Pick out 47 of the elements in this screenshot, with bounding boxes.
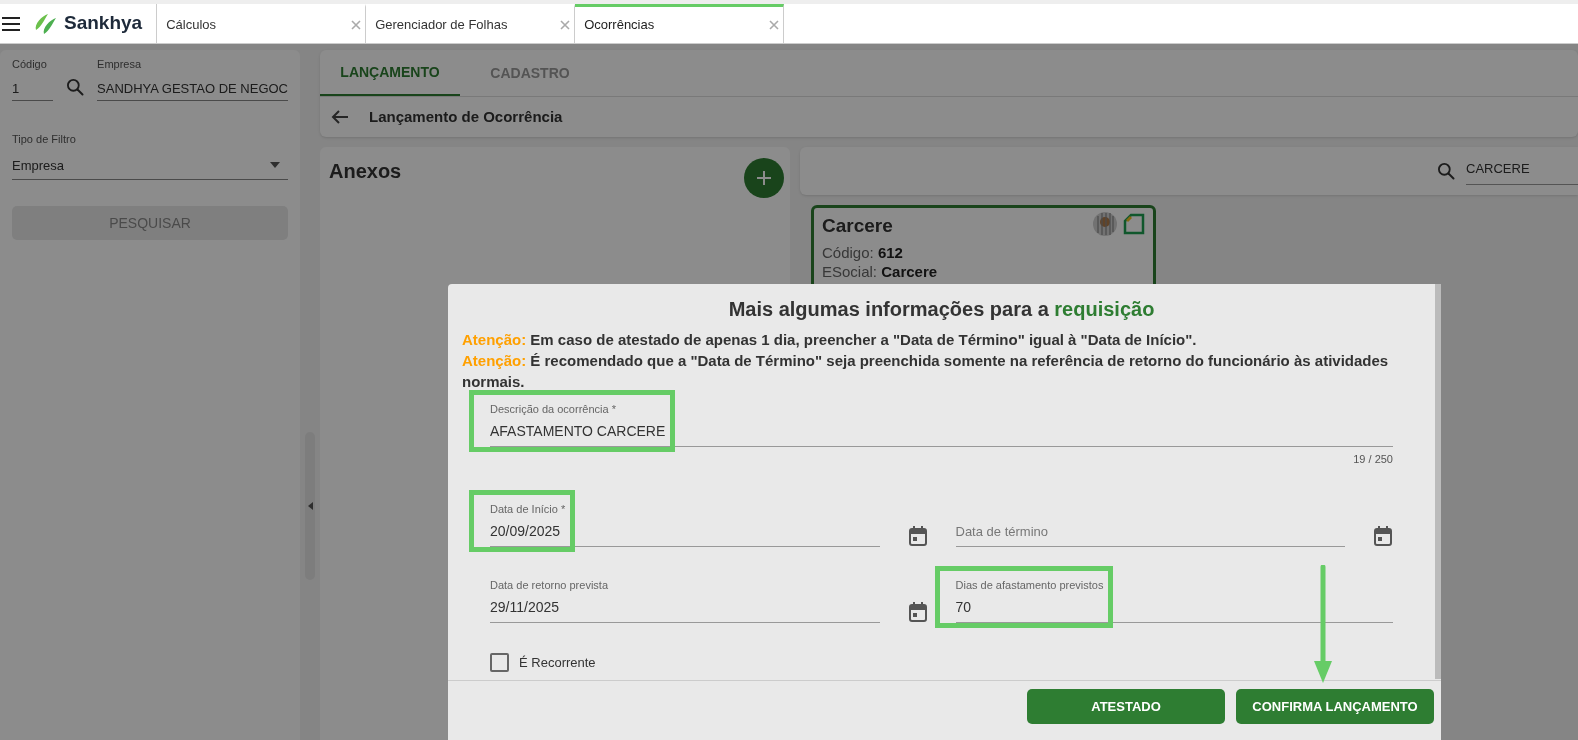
input-field[interactable]: SANDHYA GESTAO DE NEGOC: [97, 78, 288, 98]
input-field[interactable]: 20/09/2025: [490, 520, 566, 542]
input-field[interactable]: 29/11/2025: [490, 596, 608, 618]
section-tab[interactable]: LANÇAMENTO: [320, 50, 460, 96]
field-label: Dias de afastamento previstos: [955, 577, 1104, 592]
field-label: Empresa: [97, 57, 143, 72]
field-label: Código: [12, 57, 48, 72]
collapse-arrow-icon: [307, 502, 313, 510]
calendar-icon[interactable]: [907, 524, 928, 547]
card-title: Carcere: [822, 214, 893, 238]
scrollbar[interactable]: [1435, 284, 1441, 679]
search-icon[interactable]: [65, 77, 86, 97]
dialog-button[interactable]: CONFIRMA LANÇAMENTO: [1236, 689, 1434, 724]
field-label: Descrição da ocorrência *: [490, 402, 617, 416]
character-counter: 19 / 250: [1352, 452, 1393, 467]
notice-text: Atenção: É recomendado que a "Data de Término" seja preenchida somente na referência de retorno do funcionário às atividades normais.: [462, 351, 1390, 392]
card-detail: ESocial: Carcere: [822, 261, 939, 281]
app-tab[interactable]: Cálculos: [157, 4, 367, 43]
card-detail: Código: 612: [822, 242, 904, 262]
input-field[interactable]: AFASTAMENTO CARCERE: [490, 421, 666, 442]
notice-text: Atenção: Em caso de atestado de apenas 1 dia, preencher a "Data de Término" igual à "Data de Início".: [462, 330, 1198, 350]
brand-name: Sankhya: [64, 11, 143, 36]
app-tab[interactable]: Gerenciador de Folhas: [366, 4, 576, 43]
checkbox-label: É Recorrente: [519, 653, 596, 672]
search-icon[interactable]: [1436, 161, 1456, 181]
dialog-button[interactable]: ATESTADO: [1027, 689, 1225, 724]
search-field[interactable]: CARCERE: [1466, 156, 1578, 186]
menu-icon[interactable]: [2, 15, 22, 32]
attachments-title: Anexos: [329, 159, 402, 184]
app-tab[interactable]: Ocorrências: [575, 4, 785, 43]
input-field[interactable]: 70: [955, 596, 1104, 618]
document-icon: [1123, 213, 1145, 235]
checkbox[interactable]: [490, 652, 509, 672]
back-arrow-icon[interactable]: [330, 109, 350, 125]
field-label: Data de retorno prevista: [490, 577, 608, 592]
jail-avatar-icon: [1093, 212, 1117, 236]
splitter-handle[interactable]: [305, 432, 315, 580]
input-field[interactable]: Data de término: [955, 521, 1048, 541]
filter-type-select[interactable]: Tipo de Filtro Empresa: [12, 131, 288, 180]
calendar-icon[interactable]: [1373, 524, 1393, 547]
page-title: Lançamento de Ocorrência: [369, 106, 563, 127]
calendar-icon[interactable]: [907, 600, 928, 623]
add-button[interactable]: [744, 158, 784, 198]
dropdown-caret-icon: [270, 162, 280, 169]
input-field[interactable]: 1: [12, 78, 54, 98]
field-label: Data de Início *: [490, 501, 566, 516]
plus-icon: [756, 170, 772, 186]
